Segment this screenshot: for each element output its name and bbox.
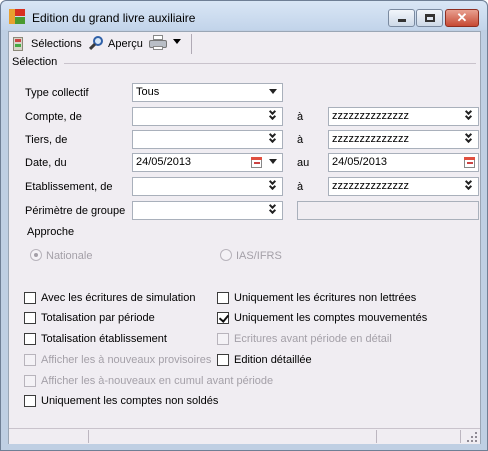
- compte-from-field[interactable]: [132, 107, 283, 126]
- dialog-client-area: Sélections Aperçu Sélection Type collect…: [8, 31, 481, 444]
- checkbox[interactable]: [24, 354, 36, 366]
- etablissement-to-label: à: [297, 181, 304, 193]
- double-chevron-down-icon[interactable]: [266, 201, 281, 218]
- status-pane: [89, 430, 377, 443]
- status-pane: [377, 430, 461, 443]
- minimize-icon: [398, 19, 406, 22]
- radio-nationale-label: Nationale: [46, 250, 93, 262]
- approche-label: Approche: [27, 226, 75, 238]
- checkbox[interactable]: [217, 312, 229, 324]
- selections-label: Sélections: [31, 38, 82, 50]
- app-icon: [9, 9, 25, 24]
- tiers-to-field[interactable]: zzzzzzzzzzzzzz: [328, 130, 479, 149]
- checkbox-non-soldes-label: Uniquement les comptes non soldés: [41, 395, 219, 407]
- window-title: Edition du grand livre auxiliaire: [32, 11, 196, 25]
- checkbox-edition-detaillee-label: Edition détaillée: [234, 354, 312, 366]
- date-label: Date, du: [25, 157, 67, 169]
- section-title: Sélection: [12, 56, 58, 68]
- document-icon: [13, 37, 25, 51]
- status-bar: [9, 428, 480, 444]
- tiers-from-field[interactable]: [132, 130, 283, 149]
- etablissement-from-field[interactable]: [132, 177, 283, 196]
- compte-to-field[interactable]: zzzzzzzzzzzzzz: [328, 107, 479, 126]
- checkbox-totalisation-periode-label: Totalisation par période: [41, 312, 155, 324]
- tiers-to-label: à: [297, 134, 304, 146]
- chevron-down-icon[interactable]: [266, 85, 281, 100]
- checkbox-totalisation-etablissement-label: Totalisation établissement: [41, 333, 167, 345]
- date-to-field[interactable]: 24/05/2013: [328, 153, 479, 172]
- tiers-label: Tiers, de: [25, 134, 68, 146]
- compte-to-value: zzzzzzzzzzzzzz: [332, 110, 409, 122]
- perimetre-label: Périmètre de groupe: [25, 205, 126, 217]
- close-button[interactable]: ✕: [445, 9, 479, 27]
- date-from-value: 24/05/2013: [136, 156, 192, 168]
- chevron-down-icon[interactable]: [173, 39, 181, 44]
- maximize-icon: [425, 14, 435, 22]
- checkbox[interactable]: [24, 292, 36, 304]
- double-chevron-down-icon[interactable]: [462, 130, 477, 147]
- checkbox[interactable]: [217, 333, 229, 345]
- checkbox-anouveaux-cumul-label: Afficher les à-nouveaux en cumul avant p…: [41, 375, 274, 387]
- type-collectif-select[interactable]: Tous: [132, 83, 283, 102]
- double-chevron-down-icon[interactable]: [462, 107, 477, 124]
- status-pane: [9, 430, 89, 443]
- toolbar: Sélections Aperçu: [9, 32, 480, 56]
- preview-label: Aperçu: [108, 38, 143, 50]
- checkbox-non-lettrees-label: Uniquement les écritures non lettrées: [234, 292, 417, 304]
- checkbox[interactable]: [217, 292, 229, 304]
- minimize-button[interactable]: [388, 9, 415, 27]
- checkbox[interactable]: [24, 375, 36, 387]
- date-to-label: au: [297, 157, 310, 169]
- double-chevron-down-icon[interactable]: [266, 107, 281, 124]
- etablissement-to-value: zzzzzzzzzzzzzz: [332, 180, 409, 192]
- checkbox-ecritures-avant-periode-label: Ecritures avant période en détail: [234, 333, 392, 345]
- checkbox[interactable]: [24, 333, 36, 345]
- magnifier-icon: [88, 35, 105, 51]
- checkbox-simulation-label: Avec les écritures de simulation: [41, 292, 196, 304]
- date-to-value: 24/05/2013: [332, 156, 388, 168]
- checkbox[interactable]: [24, 395, 36, 407]
- checkbox[interactable]: [24, 312, 36, 324]
- toolbar-separator: [191, 34, 192, 54]
- title-bar[interactable]: Edition du grand livre auxiliaire ✕: [1, 1, 487, 30]
- perimetre-readonly-field: [297, 201, 479, 220]
- double-chevron-down-icon[interactable]: [266, 177, 281, 194]
- calendar-icon[interactable]: [462, 155, 477, 170]
- radio-ias-ifrs-label: IAS/IFRS: [236, 250, 282, 262]
- radio-button[interactable]: [30, 249, 42, 261]
- checkbox[interactable]: [217, 354, 229, 366]
- dialog-window: Edition du grand livre auxiliaire ✕ Séle…: [0, 0, 488, 451]
- maximize-button[interactable]: [416, 9, 443, 27]
- type-collectif-label: Type collectif: [25, 87, 89, 99]
- compte-label: Compte, de: [25, 111, 82, 123]
- resize-grip-icon[interactable]: [467, 432, 477, 442]
- etablissement-label: Etablissement, de: [25, 181, 113, 193]
- etablissement-to-field[interactable]: zzzzzzzzzzzzzz: [328, 177, 479, 196]
- printer-icon: [149, 35, 167, 51]
- checkbox-anouveaux-provisoires-label: Afficher les à nouveaux provisoires: [41, 354, 212, 366]
- double-chevron-down-icon[interactable]: [266, 130, 281, 147]
- type-collectif-value: Tous: [136, 86, 160, 98]
- chevron-down-icon[interactable]: [266, 155, 281, 170]
- calendar-icon[interactable]: [249, 155, 264, 170]
- close-icon: ✕: [456, 10, 468, 25]
- tiers-to-value: zzzzzzzzzzzzzz: [332, 133, 409, 145]
- radio-button[interactable]: [220, 249, 232, 261]
- checkbox-comptes-mouvementes-label: Uniquement les comptes mouvementés: [234, 312, 428, 324]
- section-divider: [64, 63, 476, 64]
- compte-to-label: à: [297, 111, 304, 123]
- perimetre-field[interactable]: [132, 201, 283, 220]
- double-chevron-down-icon[interactable]: [462, 177, 477, 194]
- date-from-field[interactable]: 24/05/2013: [132, 153, 283, 172]
